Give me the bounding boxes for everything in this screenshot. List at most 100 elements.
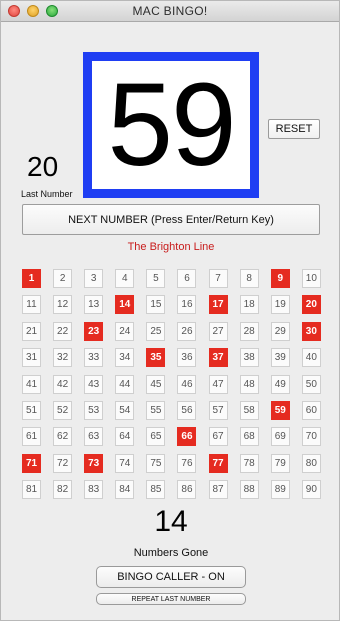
numbers-gone-label: Numbers Gone (133, 547, 209, 559)
board-cell: 75 (146, 453, 166, 473)
board-cell: 25 (146, 321, 166, 341)
board-cell: 53 (84, 400, 104, 420)
board-cell: 43 (84, 374, 104, 394)
board-cell: 48 (239, 374, 259, 394)
window-title: MAC BINGO! (132, 4, 208, 18)
bingo-board: 1 2 3 4 5 6 7 8 9 10 11 12 13 14 15 16 17 18 19 20 21 22 23 24 2… (22, 269, 321, 500)
board-cell: 27 (208, 321, 228, 341)
board-cell: 67 (208, 427, 228, 447)
board-cell: 54 (115, 400, 135, 420)
reset-button[interactable]: RESET (268, 119, 320, 139)
board-cell: 68 (239, 427, 259, 447)
board-cell: 81 (22, 480, 41, 500)
current-number-panel: 59 (83, 52, 259, 198)
board-cell: 34 (115, 348, 135, 368)
call-phrase: The Brighton Line (127, 241, 215, 253)
board-cell: 72 (53, 453, 73, 473)
board-cell: 76 (177, 453, 197, 473)
board-cell: 2 (53, 269, 73, 288)
board-cell: 63 (84, 427, 104, 447)
board-cell: 88 (239, 480, 259, 500)
last-number-label: Last Number (21, 189, 73, 199)
board-cell-called: 35 (146, 348, 166, 368)
board-cell: 56 (177, 400, 197, 420)
board-cell: 87 (208, 480, 228, 500)
board-cell: 12 (53, 295, 73, 315)
board-cell: 89 (270, 480, 290, 500)
board-cell: 52 (53, 400, 73, 420)
board-cell: 8 (239, 269, 259, 288)
board-cell: 39 (270, 348, 290, 368)
board-cell: 28 (239, 321, 259, 341)
board-cell-called: 17 (208, 295, 228, 315)
board-cell-called: 59 (270, 400, 290, 420)
board-cell: 47 (208, 374, 228, 394)
bingo-caller-toggle-button[interactable]: BINGO CALLER - ON (96, 566, 246, 588)
board-cell: 82 (53, 480, 73, 500)
current-number-frame: 59 (92, 61, 250, 189)
board-cell: 6 (177, 269, 197, 288)
board-cell: 24 (115, 321, 135, 341)
board-cell: 55 (146, 400, 166, 420)
board-cell-called: 73 (84, 453, 104, 473)
board-cell: 44 (115, 374, 135, 394)
board-cell: 60 (301, 400, 321, 420)
board-cell: 31 (22, 348, 41, 368)
board-cell: 40 (301, 348, 321, 368)
board-cell-called: 66 (177, 427, 197, 447)
board-cell-called: 37 (208, 348, 228, 368)
board-cell: 65 (146, 427, 166, 447)
board-cell: 16 (177, 295, 197, 315)
board-cell-called: 14 (115, 295, 135, 315)
board-cell: 64 (115, 427, 135, 447)
board-cell: 46 (177, 374, 197, 394)
current-number: 59 (107, 59, 236, 191)
board-cell: 74 (115, 453, 135, 473)
last-number-value: 20 (27, 151, 59, 182)
board-cell: 26 (177, 321, 197, 341)
board-cell: 11 (22, 295, 41, 315)
board-cell: 84 (115, 480, 135, 500)
board-cell: 70 (301, 427, 321, 447)
board-cell: 13 (84, 295, 104, 315)
board-cell: 3 (84, 269, 104, 288)
board-cell: 62 (53, 427, 73, 447)
repeat-last-number-button[interactable]: REPEAT LAST NUMBER (96, 593, 246, 605)
board-cell: 15 (146, 295, 166, 315)
board-cell: 5 (146, 269, 166, 288)
board-cell: 50 (301, 374, 321, 394)
board-cell: 69 (270, 427, 290, 447)
board-cell: 22 (53, 321, 73, 341)
numbers-gone-count: 14 (154, 505, 188, 538)
board-cell-called: 23 (84, 321, 104, 341)
board-cell: 36 (177, 348, 197, 368)
board-cell: 78 (239, 453, 259, 473)
board-cell-called: 9 (270, 269, 290, 288)
board-cell: 61 (22, 427, 41, 447)
board-cell: 51 (22, 400, 41, 420)
next-number-button[interactable]: NEXT NUMBER (Press Enter/Return Key) (22, 204, 320, 235)
board-cell: 83 (84, 480, 104, 500)
board-cell-called: 77 (208, 453, 228, 473)
board-cell: 80 (301, 453, 321, 473)
board-cell: 85 (146, 480, 166, 500)
board-cell: 90 (301, 480, 321, 500)
board-cell: 4 (115, 269, 135, 288)
board-cell-called: 30 (301, 321, 321, 341)
board-cell: 49 (270, 374, 290, 394)
board-cell: 58 (239, 400, 259, 420)
title-bar: MAC BINGO! (1, 1, 339, 22)
board-cell-called: 1 (22, 269, 41, 288)
board-cell: 10 (301, 269, 321, 288)
board-cell: 21 (22, 321, 41, 341)
board-cell: 7 (208, 269, 228, 288)
board-cell: 33 (84, 348, 104, 368)
board-cell: 57 (208, 400, 228, 420)
board-cell: 32 (53, 348, 73, 368)
board-cell: 45 (146, 374, 166, 394)
board-cell: 18 (239, 295, 259, 315)
app-window: MAC BINGO! 59 RESET 20 Last Number NEXT … (0, 0, 340, 621)
board-cell: 38 (239, 348, 259, 368)
board-cell-called: 20 (301, 295, 321, 315)
board-cell-called: 71 (22, 453, 41, 473)
